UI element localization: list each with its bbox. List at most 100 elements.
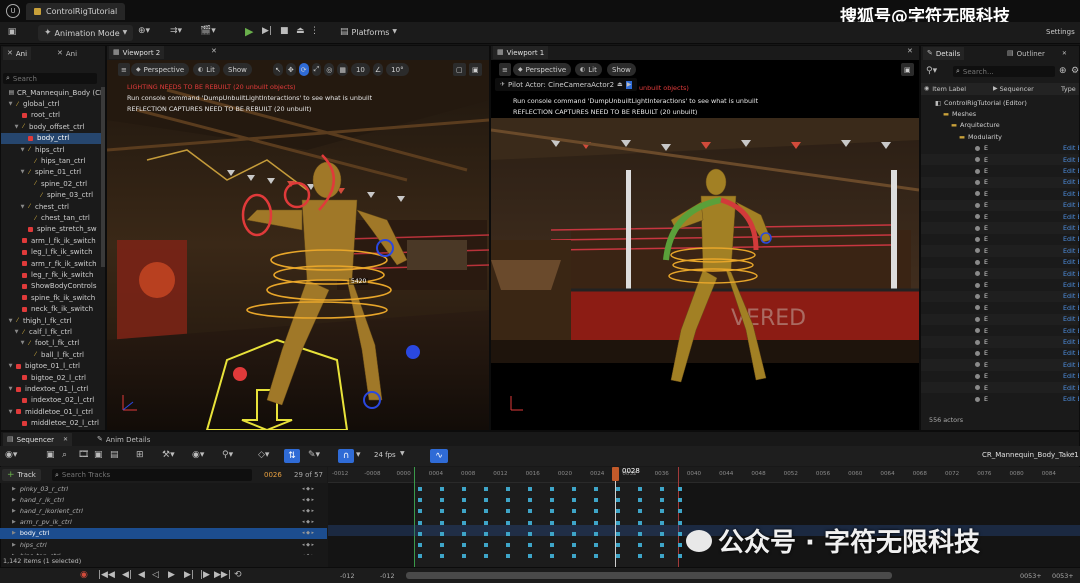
keyframe[interactable] — [572, 487, 576, 491]
expand-arrow-icon[interactable]: ▶ — [12, 508, 16, 514]
tab-animation-2[interactable]: ✕ Ani — [53, 47, 81, 60]
blueprint-icon[interactable]: ⇉▾ — [170, 27, 182, 36]
keyframe[interactable] — [418, 509, 422, 514]
keyframe[interactable] — [572, 520, 576, 525]
hierarchy-item[interactable]: ▼ ⁄ foot_l_fk_ctrl — [1, 338, 105, 349]
keyframe[interactable] — [572, 498, 576, 503]
eye-icon[interactable]: ◉▾ — [192, 451, 204, 460]
viewport-layout-icon[interactable]: ▣ — [901, 63, 914, 76]
keyframe[interactable] — [484, 531, 488, 536]
keyframe[interactable] — [660, 520, 664, 525]
fps-selector[interactable]: 24 fps — [374, 451, 396, 459]
expand-arrow-icon[interactable]: ▶ — [12, 542, 16, 548]
hierarchy-item[interactable]: body_ctrl — [1, 132, 105, 144]
keyframe[interactable] — [616, 554, 620, 559]
hierarchy-item[interactable]: ▤ CR_Mannequin_Body (CR — [1, 87, 105, 98]
world-icon[interactable]: ◎ — [324, 63, 335, 76]
move-icon[interactable]: ✥ — [285, 63, 296, 76]
keyframe[interactable] — [506, 509, 510, 514]
outliner-actor-row[interactable]: E Edit E — [921, 302, 1079, 313]
hierarchy-item[interactable]: ▼ ⁄ calf_l_fk_ctrl — [1, 326, 105, 337]
keyframe[interactable] — [462, 531, 466, 536]
grid-value[interactable]: 10 — [350, 63, 370, 76]
keyframe[interactable] — [462, 554, 466, 559]
keyframe[interactable] — [638, 531, 642, 536]
tab-details[interactable]: ✎ Details — [923, 47, 965, 60]
hierarchy-item[interactable]: ▼ ⁄ body_offset_ctrl — [1, 121, 105, 132]
outliner-actor-row[interactable]: E Edit E — [921, 143, 1079, 154]
viewport-layout-icon[interactable]: ▣ — [469, 63, 482, 76]
maximize-icon[interactable]: ▢ — [453, 63, 466, 76]
filter-icon[interactable]: ⚲▾ — [926, 67, 937, 76]
tab-anim-details[interactable]: ✎ Anim Details — [93, 433, 154, 446]
hierarchy-item[interactable]: ⁄ chest_tan_ctrl — [1, 212, 105, 223]
keyframe[interactable] — [440, 543, 444, 547]
edit-link[interactable]: Edit E — [1063, 281, 1079, 289]
keyframe[interactable] — [418, 531, 422, 536]
viewport-2-show-button[interactable]: Show — [223, 63, 252, 76]
outliner-actor-row[interactable]: E Edit E — [921, 393, 1079, 404]
keyframe[interactable] — [638, 487, 642, 491]
save-icon[interactable]: ▣ — [46, 451, 55, 460]
outliner-actor-row[interactable]: E Edit E — [921, 348, 1079, 359]
play-reverse-icon[interactable]: ◁ — [152, 571, 159, 580]
grid-icon[interactable]: ⊞ — [136, 451, 144, 460]
keyframe[interactable] — [572, 554, 576, 559]
key-navigation-icon[interactable]: ◂ ◆ ▸ — [302, 486, 314, 492]
keyframe[interactable] — [462, 520, 466, 525]
keyframe[interactable] — [594, 554, 598, 559]
outliner-actor-row[interactable]: E Edit E — [921, 371, 1079, 382]
close-icon[interactable]: ✕ — [211, 48, 217, 55]
close-icon[interactable]: ✕ — [907, 48, 913, 55]
edit-link[interactable]: Edit E — [1063, 156, 1079, 164]
expand-arrow-icon[interactable]: ▶ — [12, 530, 16, 536]
edit-link[interactable]: Edit E — [1063, 144, 1079, 152]
grid-snap-icon[interactable]: ▦ — [337, 63, 348, 76]
track-row[interactable]: ▶ arm_r_pv_ik_ctrl ◂ ◆ ▸ — [0, 517, 327, 528]
key-navigation-icon[interactable]: ◂ ◆ ▸ — [302, 508, 314, 514]
keyframe[interactable] — [594, 543, 598, 547]
timeline-scrollbar[interactable] — [406, 572, 892, 579]
tab-animation-1[interactable]: ✕ Ani — [3, 47, 32, 60]
edit-link[interactable]: Edit E — [1063, 235, 1079, 243]
expand-arrow-icon[interactable]: ▼ — [7, 101, 14, 107]
expand-arrow-icon[interactable]: ▼ — [19, 340, 26, 346]
track-row[interactable]: ▶ hips_ctrl ◂ ◆ ▸ — [0, 539, 327, 550]
viewport-options-icon[interactable]: ≡ — [118, 63, 130, 76]
snap-icon[interactable]: ∩ — [338, 449, 354, 463]
edit-link[interactable]: Edit E — [1063, 349, 1079, 357]
keyframe[interactable] — [440, 520, 444, 525]
outliner-actor-row[interactable]: E Edit E — [921, 222, 1079, 234]
expand-arrow-icon[interactable]: ▼ — [19, 204, 26, 210]
keyframe[interactable] — [678, 498, 682, 503]
outliner-actor-row[interactable]: E Edit E — [921, 313, 1079, 325]
outliner-search-input[interactable] — [962, 67, 1043, 76]
outliner-actor-row[interactable]: E Edit E — [921, 211, 1079, 222]
next-frame-icon[interactable]: ▶| — [184, 571, 194, 580]
keyframe[interactable] — [572, 543, 576, 547]
world-icon[interactable]: ◉▾ — [5, 451, 17, 460]
expand-arrow-icon[interactable]: ▼ — [7, 409, 14, 415]
platforms-dropdown[interactable]: ▤ Platforms ▼ — [340, 23, 397, 41]
viewport-2-lit-button[interactable]: ◐ Lit — [193, 63, 220, 76]
keyframe[interactable] — [550, 520, 554, 525]
keyframe[interactable] — [506, 531, 510, 536]
keyframe[interactable] — [660, 509, 664, 514]
expand-arrow-icon[interactable]: ▼ — [19, 147, 26, 153]
viewport-2-scene[interactable]: ◆ Perspective ◐ Lit Show ≡ ↖ ✥ ⟳ ⤢ ◎ ▦ 10 … — [107, 60, 489, 430]
hierarchy-item[interactable]: arm_r_fk_ik_switch — [1, 258, 105, 269]
keyframe[interactable] — [506, 487, 510, 491]
col-item-label[interactable]: Item Label — [932, 85, 966, 93]
keyframe[interactable] — [616, 487, 620, 491]
edit-link[interactable]: Edit E — [1063, 167, 1079, 175]
document-tab[interactable]: ControlRigTutorial — [26, 3, 126, 20]
viewport-1-lit-button[interactable]: ◐ Lit — [575, 63, 602, 76]
view-start-label-2[interactable]: -012 — [380, 572, 395, 580]
track-search[interactable]: ⌕ — [52, 469, 252, 481]
expand-arrow-icon[interactable]: ▼ — [19, 169, 26, 175]
key-navigation-icon[interactable]: ◂ ◆ ▸ — [302, 542, 314, 548]
hierarchy-item[interactable]: leg_l_fk_ik_switch — [1, 247, 105, 258]
outliner-actor-row[interactable]: E Edit E — [921, 188, 1079, 199]
keyframe[interactable] — [616, 498, 620, 503]
expand-arrow-icon[interactable]: ▶ — [12, 519, 16, 525]
